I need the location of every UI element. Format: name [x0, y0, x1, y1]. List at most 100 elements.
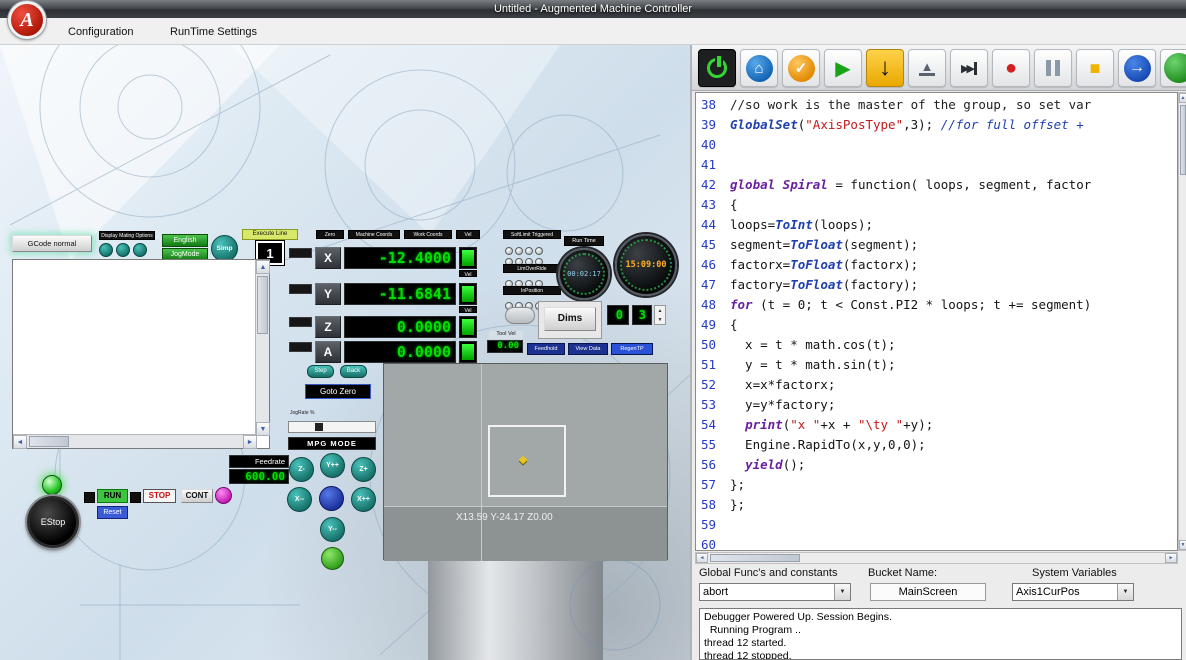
continue-button[interactable]: CONT [181, 489, 213, 503]
code-line[interactable]: 49{ [696, 315, 1177, 335]
gcode-listing[interactable]: ▲ ▼ ◄ ► [12, 259, 270, 449]
code-line[interactable]: 38//so work is the master of the group, … [696, 95, 1177, 115]
code-vertical-scrollbar[interactable]: ▲ ▼ [1178, 92, 1186, 551]
scroll-right-icon[interactable]: ► [243, 435, 257, 449]
code-line[interactable]: 51 y = t * math.sin(t); [696, 355, 1177, 375]
spin-down-icon[interactable]: ▼ [658, 317, 663, 323]
eject-button[interactable]: ▲ [908, 49, 946, 87]
scroll-up-icon[interactable]: ▲ [1179, 93, 1186, 103]
code-line[interactable]: 41 [696, 155, 1177, 175]
scroll-down-icon[interactable]: ▼ [256, 422, 270, 436]
globals-dropdown[interactable]: abort ▼ [699, 583, 851, 601]
english-button[interactable]: English [162, 234, 208, 247]
run-button[interactable]: RUN [97, 489, 128, 503]
mpg-mode-label[interactable]: MPG MODE [288, 437, 376, 450]
feedrate-button[interactable]: Feedrate [229, 455, 289, 468]
code-line[interactable]: 58}; [696, 495, 1177, 515]
slider-handle[interactable] [315, 423, 323, 431]
chevron-down-icon[interactable]: ▼ [834, 584, 850, 600]
code-line[interactable]: 52 x=x*factorx; [696, 375, 1177, 395]
jog-y-minus-button[interactable]: Y-- [320, 517, 345, 542]
code-line[interactable]: 44loops=ToInt(loops); [696, 215, 1177, 235]
counter-spinner[interactable]: ▲▼ [654, 305, 666, 325]
code-line[interactable]: 47factory=ToFloat(factory); [696, 275, 1177, 295]
axis-y-button[interactable]: Y [315, 283, 341, 305]
code-line[interactable]: 48for (t = 0; t < Const.PI2 * loops; t +… [696, 295, 1177, 315]
scroll-down-icon[interactable]: ▼ [1179, 540, 1186, 550]
code-line[interactable]: 60 [696, 535, 1177, 551]
chevron-down-icon[interactable]: ▼ [1117, 584, 1133, 600]
axis-x-button[interactable]: X [315, 247, 341, 269]
code-line[interactable]: 59 [696, 515, 1177, 535]
extra-button[interactable] [1160, 49, 1186, 87]
jog-center-button[interactable] [319, 486, 344, 511]
gcode-vertical-scrollbar[interactable]: ▲ ▼ [255, 260, 269, 436]
axis-z-button[interactable]: Z [315, 316, 341, 338]
runtime-button[interactable]: Run Time [564, 236, 604, 246]
spin-up-icon[interactable]: ▲ [658, 308, 663, 314]
stop-button[interactable]: ■ [1076, 49, 1114, 87]
sysvars-dropdown[interactable]: Axis1CurPos ▼ [1012, 583, 1134, 601]
regen-toolpath-button[interactable]: RegenTP [611, 343, 653, 355]
axis-zero-button[interactable] [289, 284, 312, 294]
oval-button[interactable] [505, 307, 535, 324]
bucket-name-button[interactable]: MainScreen [870, 583, 986, 601]
code-line[interactable]: 57}; [696, 475, 1177, 495]
step-button[interactable]: Step [307, 365, 334, 378]
axis-a-button[interactable]: A [315, 341, 341, 363]
code-line[interactable]: 54 print("x "+x + "\ty "+y); [696, 415, 1177, 435]
code-line[interactable]: 46factorx=ToFloat(factorx); [696, 255, 1177, 275]
home-button[interactable]: ⌂ [740, 49, 778, 87]
axis-zero-button[interactable] [289, 317, 312, 327]
down-button[interactable]: ↓ [866, 49, 904, 87]
scrollbar-thumb[interactable] [257, 276, 268, 334]
code-line[interactable]: 39GlobalSet("AxisPosType",3); //for full… [696, 115, 1177, 135]
dims-button[interactable]: Dims [544, 307, 596, 331]
menu-runtime-settings[interactable]: RunTime Settings [164, 24, 263, 40]
scrollbar-thumb[interactable] [1180, 105, 1186, 175]
jog-z-minus-button[interactable]: Z- [289, 457, 314, 482]
scroll-left-icon[interactable]: ◄ [696, 553, 708, 563]
axis-zero-button[interactable] [289, 342, 312, 352]
feedhold-button[interactable]: Feedhold [527, 343, 565, 355]
code-line[interactable]: 43{ [696, 195, 1177, 215]
code-editor[interactable]: 38//so work is the master of the group, … [695, 92, 1178, 551]
code-line[interactable]: 45segment=ToFloat(segment); [696, 235, 1177, 255]
check-button[interactable]: ✓ [782, 49, 820, 87]
simp-button[interactable]: Simp [211, 235, 238, 262]
code-line[interactable]: 40 [696, 135, 1177, 155]
code-line[interactable]: 53 y=y*factory; [696, 395, 1177, 415]
back-button[interactable]: Back [340, 365, 367, 378]
dro-header-work-coords[interactable]: Work Coords [404, 230, 452, 239]
jog-dial-icon[interactable] [116, 243, 130, 257]
axis-zero-button[interactable] [289, 248, 312, 258]
reset-button[interactable]: Reset [97, 506, 128, 519]
scroll-right-icon[interactable]: ► [1165, 553, 1177, 563]
power-button[interactable] [698, 49, 736, 87]
jog-y-plus-button[interactable]: Y++ [320, 453, 345, 478]
debugger-log[interactable]: Debugger Powered Up. Session Begins. Run… [699, 608, 1182, 660]
jog-dial-icon[interactable] [133, 243, 147, 257]
code-line[interactable]: 55 Engine.RapidTo(x,y,0,0); [696, 435, 1177, 455]
dro-header-machine-coords[interactable]: Machine Coords [348, 230, 400, 239]
play-button[interactable]: ▶ [824, 49, 862, 87]
dro-header-zero[interactable]: Zero [316, 230, 344, 239]
code-line[interactable]: 50 x = t * math.cos(t); [696, 335, 1177, 355]
goto-zero-button[interactable]: Goto Zero [305, 384, 371, 399]
menu-configuration[interactable]: Configuration [62, 24, 139, 40]
estop-button[interactable]: EStop [27, 496, 79, 548]
jog-x-plus-button[interactable]: X++ [351, 487, 376, 512]
limoverride-label[interactable]: LimOverRide [503, 264, 561, 273]
title-bar[interactable]: Untitled - Augmented Machine Controller [0, 0, 1186, 18]
gcode-mode-button[interactable]: GCode normal [12, 235, 92, 252]
scroll-up-icon[interactable]: ▲ [256, 260, 270, 274]
jog-dial-icon[interactable] [99, 243, 113, 257]
code-line[interactable]: 56 yield(); [696, 455, 1177, 475]
next-button[interactable]: → [1118, 49, 1156, 87]
view-data-button[interactable]: View Data [568, 343, 608, 355]
record-button[interactable]: ● [992, 49, 1030, 87]
pause-button[interactable] [1034, 49, 1072, 87]
jog-z-plus-button[interactable]: Z+ [351, 457, 376, 482]
code-line[interactable]: 42global Spiral = function( loops, segme… [696, 175, 1177, 195]
toolpath-viewport[interactable]: X13.59 Y-24.17 Z0.00 [383, 363, 668, 560]
